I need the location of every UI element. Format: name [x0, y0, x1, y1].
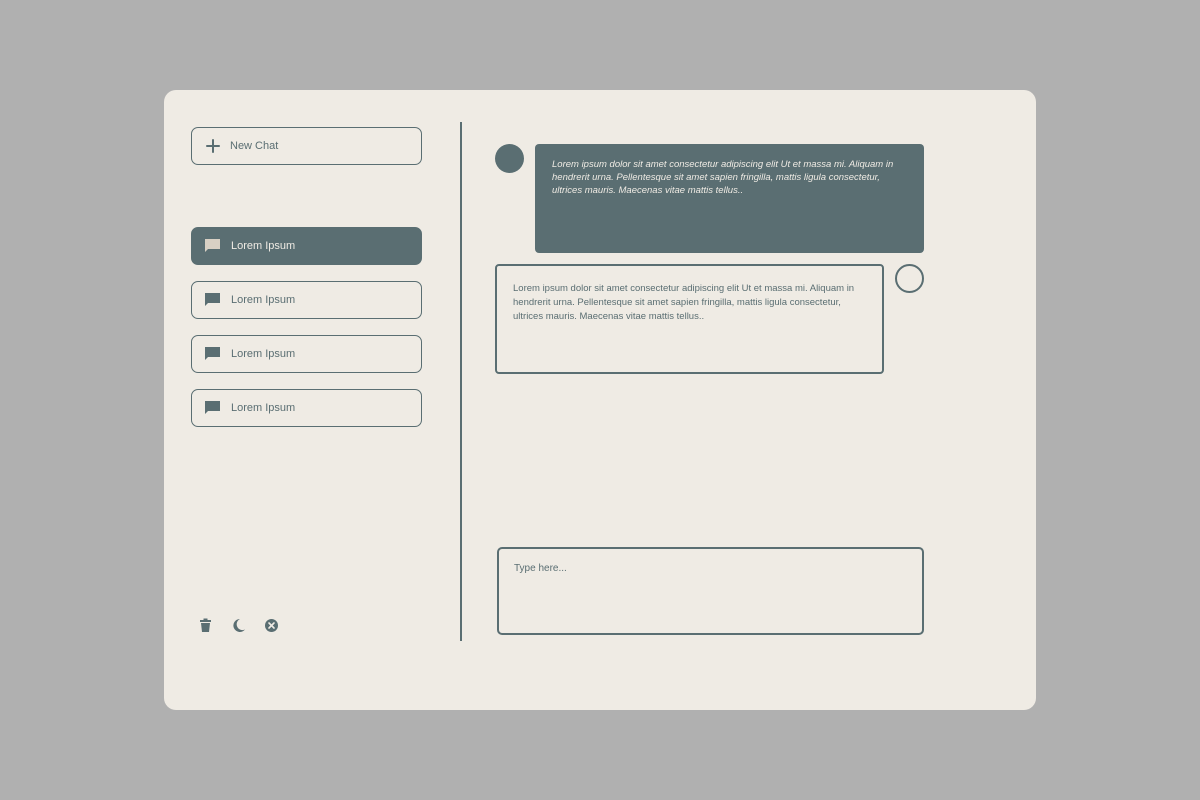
close-circle-icon[interactable] — [264, 618, 279, 633]
sidebar-actions — [198, 618, 279, 633]
trash-icon[interactable] — [198, 618, 213, 633]
outgoing-message-bubble: Lorem ipsum dolor sit amet consectetur a… — [495, 264, 884, 374]
chat-bubble-icon — [205, 401, 220, 414]
chat-list-item-label: Lorem Ipsum — [231, 294, 296, 306]
moon-icon[interactable] — [231, 618, 246, 633]
chat-app-window: New Chat Lorem Ipsum Lorem Ipsum Lorem I… — [164, 90, 1036, 710]
chat-bubble-icon — [205, 293, 220, 306]
chat-list-item-label: Lorem Ipsum — [231, 348, 296, 360]
chat-list-item-label: Lorem Ipsum — [231, 240, 296, 252]
chat-bubble-icon — [205, 347, 220, 360]
chat-list-item-2[interactable]: Lorem Ipsum — [191, 281, 422, 319]
incoming-message-bubble: Lorem ipsum dolor sit amet consectetur a… — [535, 144, 924, 253]
user-avatar — [895, 264, 924, 293]
message-input-placeholder: Type here... — [514, 563, 567, 574]
new-chat-label: New Chat — [230, 140, 279, 152]
plus-icon — [206, 139, 220, 153]
assistant-avatar — [495, 144, 524, 173]
new-chat-button[interactable]: New Chat — [191, 127, 422, 165]
sidebar-divider — [460, 122, 462, 641]
message-input[interactable]: Type here... — [497, 547, 924, 635]
chat-list-item-4[interactable]: Lorem Ipsum — [191, 389, 422, 427]
chat-bubble-icon — [205, 239, 220, 252]
chat-list-item-3[interactable]: Lorem Ipsum — [191, 335, 422, 373]
chat-list-item-label: Lorem Ipsum — [231, 402, 296, 414]
chat-list-item-1[interactable]: Lorem Ipsum — [191, 227, 422, 265]
